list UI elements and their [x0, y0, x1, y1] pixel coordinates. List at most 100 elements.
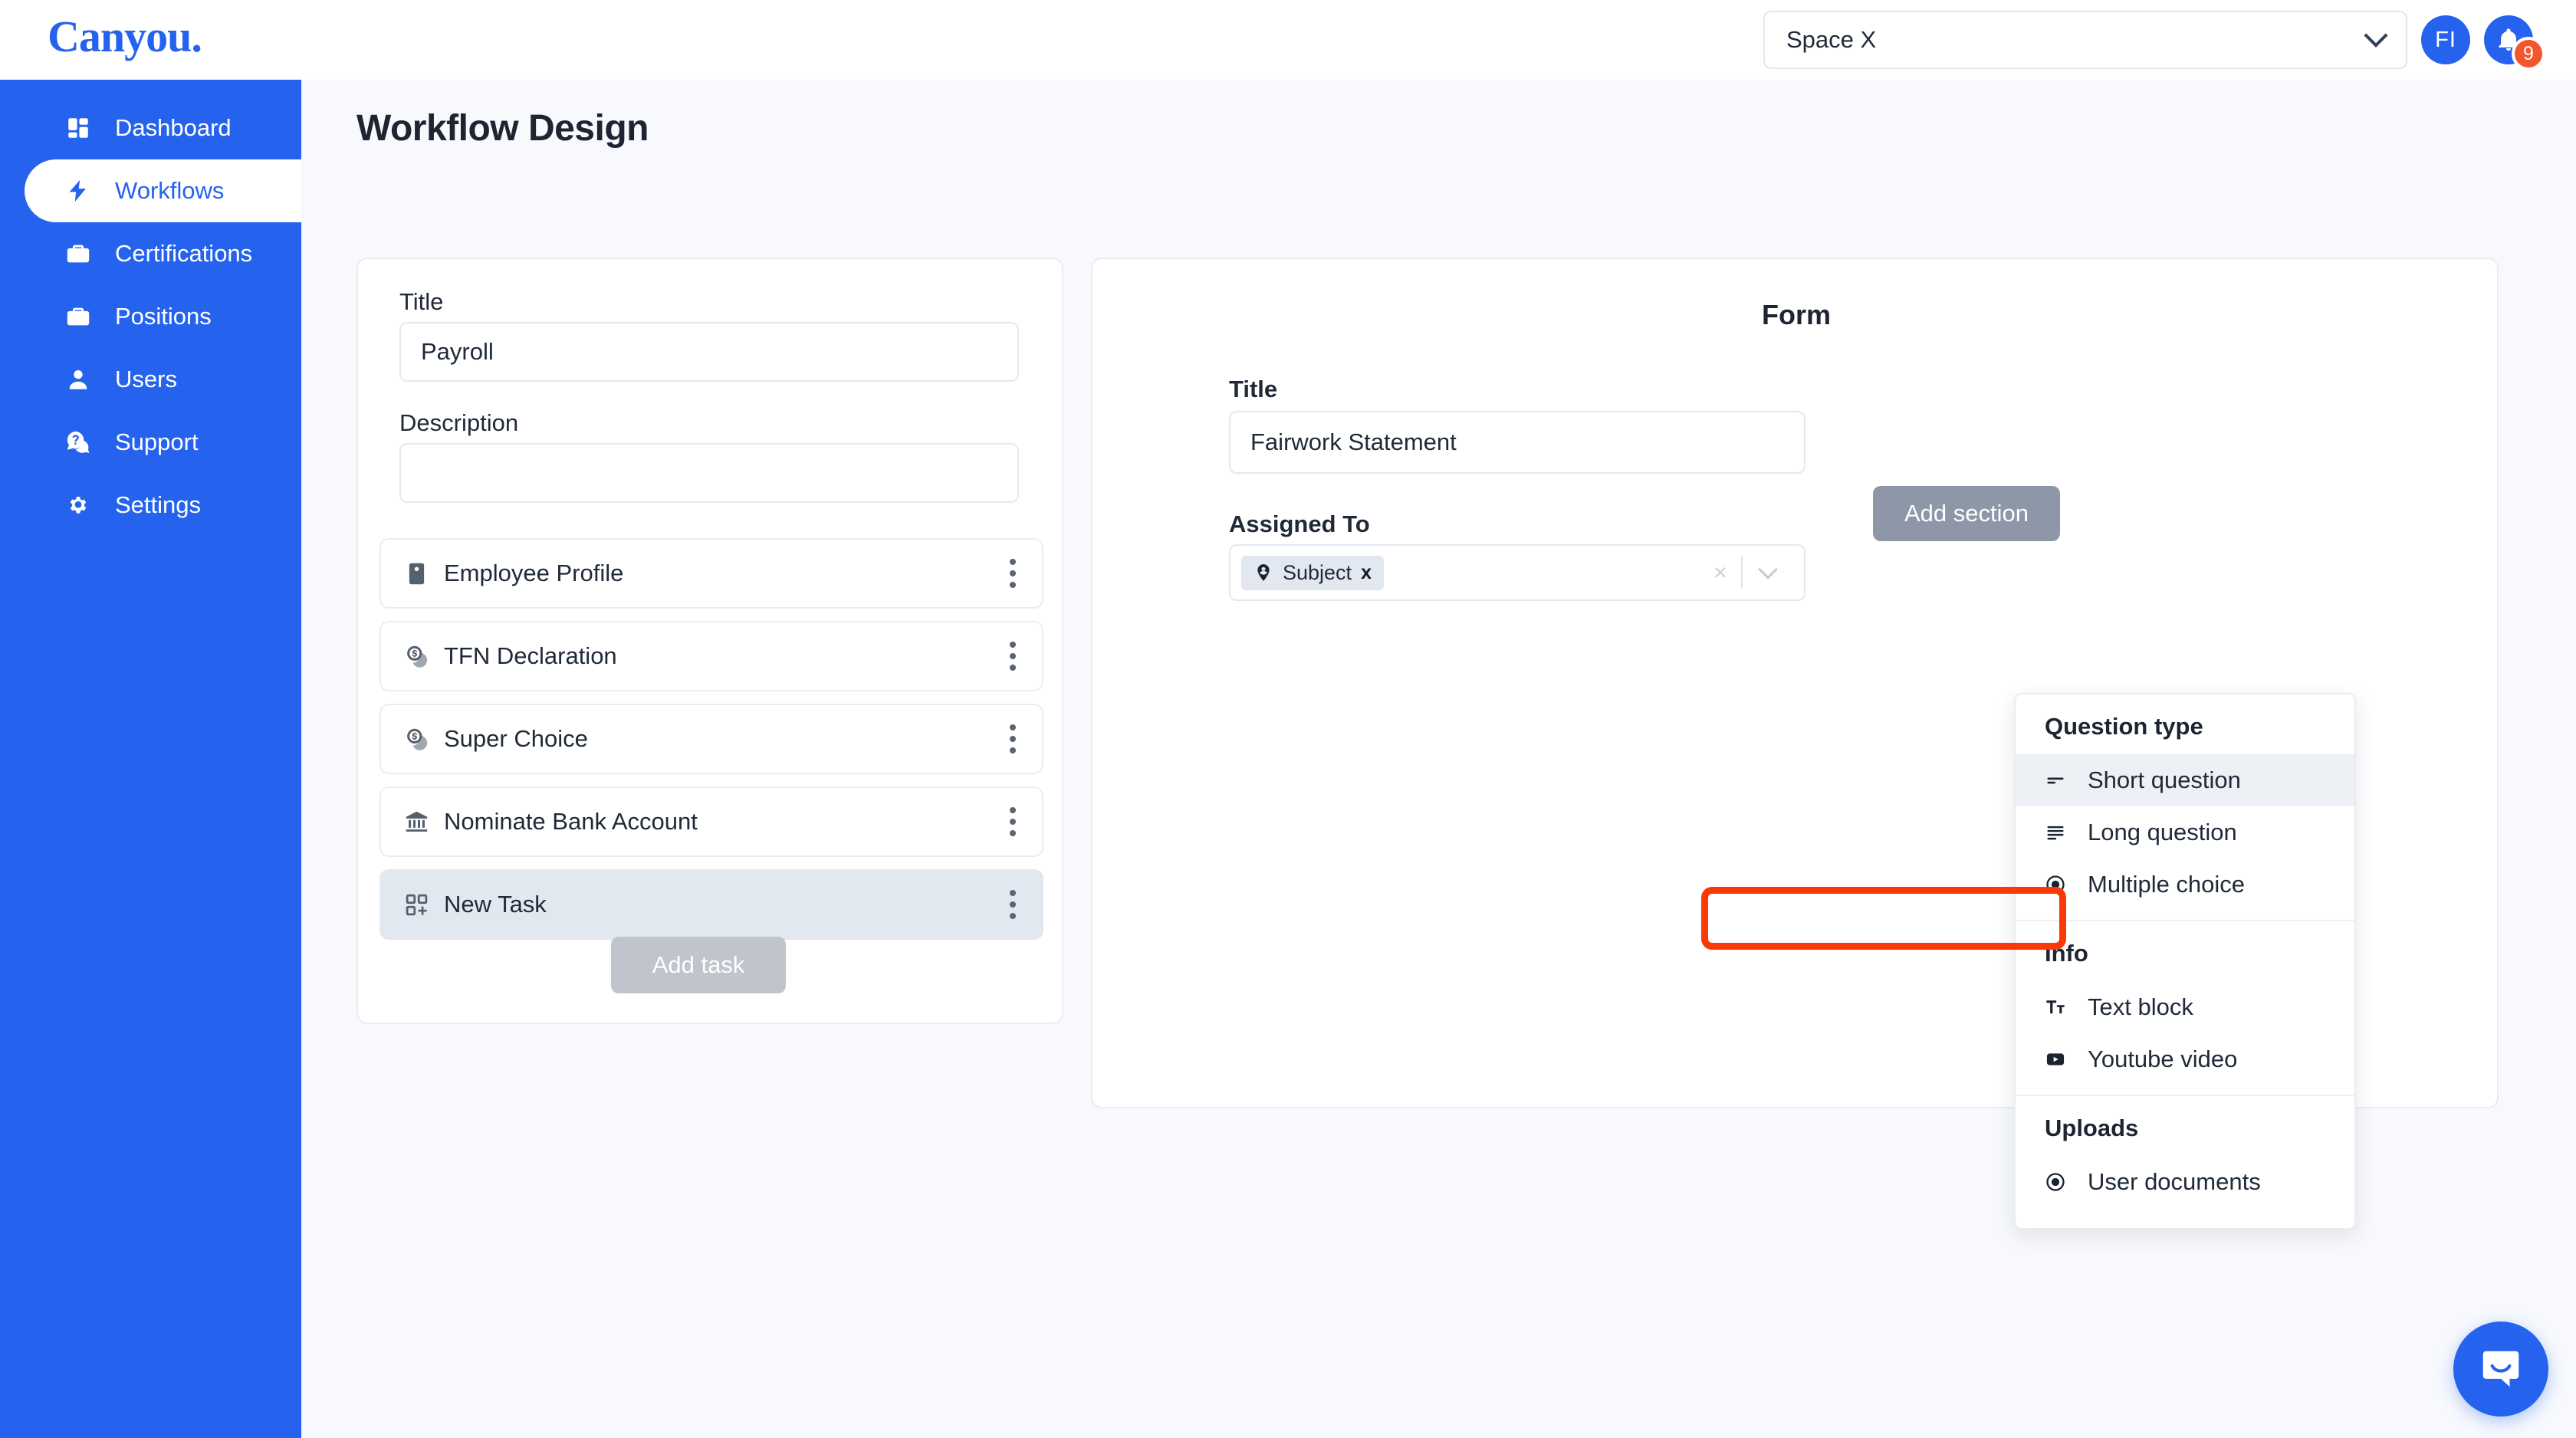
- sidebar-item-users[interactable]: Users: [25, 348, 301, 411]
- add-section-button[interactable]: Add section: [1873, 486, 2060, 541]
- workflow-title-input[interactable]: Payroll: [399, 322, 1019, 382]
- sidebar-item-settings[interactable]: Settings: [25, 474, 301, 537]
- add-task-button[interactable]: Add task: [611, 937, 786, 993]
- avatar-initials: FI: [2435, 27, 2456, 52]
- coin-icon: [401, 727, 432, 752]
- divider: [1741, 556, 1743, 589]
- sidebar-item-workflows[interactable]: Workflows: [25, 159, 301, 222]
- remove-chip-icon[interactable]: x: [1361, 562, 1372, 584]
- menu-item-short-question[interactable]: Short question: [2016, 754, 2354, 806]
- text-format-icon: [2045, 996, 2074, 1018]
- short-text-icon: [2045, 770, 2074, 791]
- assigned-to-select[interactable]: Subject x ×: [1229, 544, 1806, 601]
- menu-item-label: Youtube video: [2088, 1046, 2238, 1072]
- avatar[interactable]: FI: [2421, 15, 2470, 64]
- task-menu-button[interactable]: [1010, 642, 1016, 671]
- top-bar: Canyou. Space X FI 9: [0, 0, 2576, 80]
- dashboard-icon: [63, 115, 94, 141]
- menu-item-label: Text block: [2088, 993, 2193, 1020]
- menu-item-youtube-video[interactable]: Youtube video: [2016, 1033, 2354, 1085]
- app-logo: Canyou.: [48, 11, 202, 61]
- radio-button-icon: [2045, 1171, 2074, 1193]
- sidebar-item-dashboard[interactable]: Dashboard: [25, 97, 301, 159]
- assigned-chip[interactable]: Subject x: [1241, 555, 1384, 590]
- coin-icon: [401, 644, 432, 669]
- task-list: Employee Profile TFN Declaration Super C…: [380, 538, 1043, 952]
- space-selector-value: Space X: [1786, 26, 1877, 53]
- form-title-label: Title: [1229, 376, 1278, 402]
- task-row[interactable]: Super Choice: [380, 704, 1043, 774]
- task-menu-button[interactable]: [1010, 559, 1016, 588]
- menu-item-long-question[interactable]: Long question: [2016, 806, 2354, 859]
- notifications-button[interactable]: 9: [2484, 15, 2545, 71]
- briefcase-icon: [63, 241, 94, 267]
- menu-group-heading: Info: [2045, 940, 2088, 967]
- menu-group-question-type: Question type Short question Long questi…: [2016, 694, 2354, 921]
- sidebar-item-label: Dashboard: [115, 114, 232, 141]
- grid-plus-icon: [401, 892, 432, 918]
- task-label: Nominate Bank Account: [444, 808, 698, 835]
- menu-group-info: Info Text block Youtube video: [2016, 921, 2354, 1096]
- workflow-title-label: Title: [399, 288, 444, 315]
- sidebar-item-label: Users: [115, 366, 177, 392]
- briefcase-icon: [63, 304, 94, 330]
- form-heading: Form: [1762, 299, 1831, 330]
- chat-question-icon: [63, 429, 94, 455]
- task-label: Super Choice: [444, 725, 588, 752]
- sidebar-item-support[interactable]: Support: [25, 411, 301, 474]
- menu-item-text-block[interactable]: Text block: [2016, 981, 2354, 1033]
- sidebar-item-label: Settings: [115, 491, 202, 518]
- long-text-icon: [2045, 822, 2074, 843]
- form-title-input[interactable]: Fairwork Statement: [1229, 411, 1806, 474]
- chevron-down-icon[interactable]: [1758, 560, 1778, 579]
- workflow-title-value: Payroll: [421, 338, 494, 365]
- task-label: New Task: [444, 891, 547, 918]
- task-row[interactable]: TFN Declaration: [380, 621, 1043, 691]
- lightning-icon: [63, 178, 94, 204]
- chat-launcher-button[interactable]: [2453, 1321, 2548, 1417]
- menu-group-uploads: Uploads User documents: [2016, 1096, 2354, 1228]
- sidebar-item-label: Certifications: [115, 240, 253, 267]
- notification-badge: 9: [2512, 37, 2545, 71]
- sidebar-item-label: Workflows: [115, 177, 225, 204]
- person-pin-icon: [1257, 564, 1270, 581]
- menu-group-heading: Question type: [2045, 713, 2203, 740]
- task-label: TFN Declaration: [444, 642, 617, 669]
- sidebar-item-positions[interactable]: Positions: [25, 285, 301, 348]
- page-title: Workflow Design: [356, 108, 649, 149]
- gear-icon: [63, 492, 94, 518]
- task-menu-button[interactable]: [1010, 724, 1016, 753]
- menu-item-label: User documents: [2088, 1168, 2261, 1195]
- user-icon: [63, 366, 94, 392]
- menu-item-user-documents[interactable]: User documents: [2016, 1156, 2354, 1208]
- task-row[interactable]: Employee Profile: [380, 538, 1043, 609]
- form-title-value: Fairwork Statement: [1250, 428, 1457, 455]
- bank-icon: [401, 809, 432, 835]
- workflow-description-input[interactable]: [399, 443, 1019, 503]
- task-label: Employee Profile: [444, 560, 624, 586]
- task-menu-button[interactable]: [1010, 890, 1016, 919]
- sidebar-item-label: Support: [115, 428, 199, 455]
- chat-bubble-icon: [2482, 1351, 2519, 1387]
- task-row[interactable]: New Task: [380, 869, 1043, 940]
- menu-item-label: Long question: [2088, 819, 2237, 845]
- chevron-down-icon: [2364, 23, 2388, 48]
- main-content: Workflow Design Title Payroll Descriptio…: [301, 80, 2576, 1438]
- assigned-chip-label: Subject: [1283, 560, 1352, 584]
- task-row[interactable]: Nominate Bank Account: [380, 786, 1043, 857]
- workflow-panel: Title Payroll Description Employee Profi…: [356, 258, 1063, 1024]
- menu-item-label: Multiple choice: [2088, 871, 2246, 898]
- clear-selection-icon[interactable]: ×: [1700, 559, 1741, 586]
- sidebar: Dashboard Workflows Certifications Posit…: [0, 80, 301, 1438]
- youtube-icon: [2045, 1049, 2074, 1070]
- menu-group-heading: Uploads: [2045, 1115, 2139, 1141]
- sidebar-item-certifications[interactable]: Certifications: [25, 222, 301, 285]
- space-selector[interactable]: Space X: [1763, 11, 2407, 69]
- question-type-menu: Question type Short question Long questi…: [2014, 693, 2356, 1230]
- workflow-description-label: Description: [399, 409, 519, 436]
- task-menu-button[interactable]: [1010, 807, 1016, 836]
- highlight-outline-text-block: [1701, 887, 2066, 950]
- sidebar-item-label: Positions: [115, 303, 212, 330]
- menu-item-multiple-choice[interactable]: Multiple choice: [2016, 859, 2354, 911]
- id-card-icon: [401, 561, 432, 586]
